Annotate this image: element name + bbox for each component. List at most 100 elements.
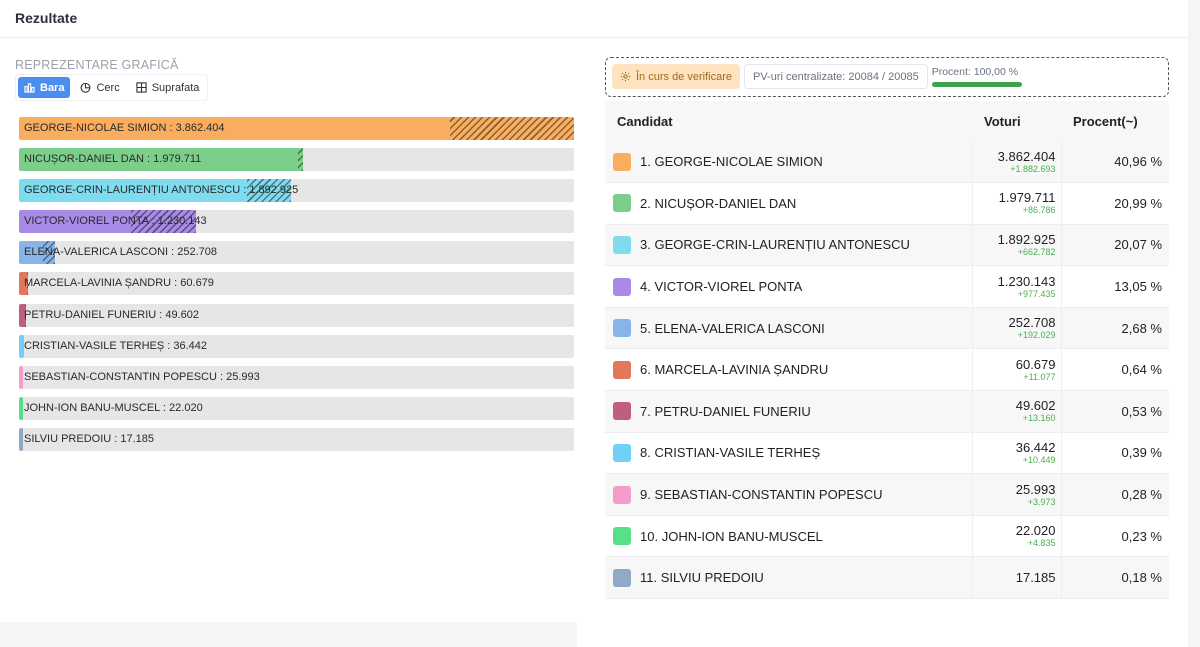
- candidate-label: SEBASTIAN-CONSTANTIN POPESCU: [654, 487, 883, 503]
- bar-label: SEBASTIAN-CONSTANTIN POPESCU : 25.993: [24, 370, 260, 383]
- chart-panel: REPREZENTARE GRAFICĂ Bara Cerc Suprafata: [15, 58, 575, 101]
- bar-row[interactable]: VICTOR-VIOREL PONTA : 1.230.143: [19, 210, 574, 234]
- votes-value: 3.862.404: [997, 148, 1056, 164]
- table-row[interactable]: 3. GEORGE-CRIN-LAURENȚIU ANTONESCU 1.892.…: [605, 224, 1169, 267]
- candidate-cell: 11. SILVIU PREDOIU: [605, 556, 973, 600]
- table-row[interactable]: 5. ELENA-VALERICA LASCONI 252.708 +192.029…: [605, 307, 1169, 350]
- bar-row[interactable]: ELENA-VALERICA LASCONI : 252.708: [19, 241, 574, 265]
- color-swatch: [613, 402, 631, 421]
- bar-label: VICTOR-VIOREL PONTA : 1.230.143: [24, 215, 207, 228]
- bar-row[interactable]: GEORGE-NICOLAE SIMION : 3.862.404: [19, 117, 574, 140]
- votes-cell: 25.993 +3.973: [972, 473, 1062, 516]
- votes-value: 17.185: [1015, 569, 1056, 585]
- candidate-label: GEORGE-CRIN-LAURENȚIU ANTONESCU: [654, 237, 910, 253]
- candidate-label: PETRU-DANIEL FUNERIU: [654, 403, 811, 419]
- table-row[interactable]: 2. NICUȘOR-DANIEL DAN 1.979.711 +86.786 20,…: [605, 182, 1169, 225]
- bar-row[interactable]: PETRU-DANIEL FUNERIU : 49.602: [19, 303, 574, 327]
- candidate-cell-inner: 5. ELENA-VALERICA LASCONI: [613, 319, 972, 338]
- votes-value: 36.442: [1015, 439, 1056, 455]
- bar-row[interactable]: SILVIU PREDOIU : 17.185: [19, 427, 574, 451]
- tab-cerc-label: Cerc: [96, 81, 120, 94]
- candidate-rank: 9.: [640, 487, 651, 503]
- tab-cerc[interactable]: Cerc: [74, 77, 125, 98]
- votes-delta: +86.786: [1022, 205, 1056, 216]
- tab-suprafata-label: Suprafata: [151, 81, 200, 94]
- bar-row[interactable]: JOHN-ION BANU-MUSCEL : 22.020: [19, 396, 574, 420]
- candidate-label: ELENA-VALERICA LASCONI: [654, 320, 825, 336]
- bar-label: MARCELA-LAVINIA ȘANDRU : 60.679: [24, 277, 214, 290]
- color-swatch: [613, 360, 631, 379]
- votes-cell: 49.602 +13.160: [972, 390, 1062, 433]
- votes-delta: +3.973: [1027, 496, 1056, 507]
- table-row[interactable]: 8. CRISTIAN-VASILE TERHEȘ 36.442 +10.449 0,…: [605, 432, 1169, 475]
- candidate-rank: 8.: [640, 445, 651, 461]
- table-row[interactable]: 7. PETRU-DANIEL FUNERIU 49.602 +13.160 0,53…: [605, 390, 1169, 433]
- candidate-name: 3. GEORGE-CRIN-LAURENȚIU ANTONESCU: [640, 237, 910, 252]
- percent-cell: 13,05 %: [1061, 265, 1169, 308]
- votes-value: 1.230.143: [997, 273, 1056, 289]
- results-panel: În curs de verificare PV-uri centralizat…: [605, 57, 1169, 600]
- candidate-rank: 5.: [640, 320, 651, 336]
- candidate-name: 6. MARCELA-LAVINIA ȘANDRU: [640, 362, 828, 377]
- candidate-cell-inner: 11. SILVIU PREDOIU: [613, 568, 972, 587]
- votes-cell: 3.862.404 +1.882.693: [972, 141, 1062, 184]
- candidate-name: 11. SILVIU PREDOIU: [640, 570, 764, 585]
- candidate-cell-inner: 3. GEORGE-CRIN-LAURENȚIU ANTONESCU: [613, 235, 972, 254]
- percent-progress-label: Procent: 100,00 %: [931, 66, 1019, 78]
- bar-label: PETRU-DANIEL FUNERIU : 49.602: [24, 308, 200, 321]
- color-swatch: [613, 485, 631, 504]
- votes-delta: +662.782: [1017, 246, 1056, 257]
- candidate-rank: 10.: [640, 528, 659, 544]
- candidate-rank: 7.: [640, 403, 651, 419]
- bar-row[interactable]: CRISTIAN-VASILE TERHEȘ : 36.442: [19, 334, 574, 358]
- candidate-cell: 9. SEBASTIAN-CONSTANTIN POPESCU: [605, 473, 973, 516]
- chart-section-label: REPREZENTARE GRAFICĂ: [15, 58, 179, 72]
- candidate-cell-inner: 10. JOHN-ION BANU-MUSCEL: [613, 527, 972, 546]
- bar-row[interactable]: MARCELA-LAVINIA ȘANDRU : 60.679: [19, 272, 574, 296]
- bar-row[interactable]: GEORGE-CRIN-LAURENȚIU ANTONESCU : 1.892.…: [19, 179, 574, 203]
- candidate-cell-inner: 2. NICUȘOR-DANIEL DAN: [613, 194, 972, 213]
- candidate-name: 1. GEORGE-NICOLAE SIMION: [640, 154, 823, 169]
- table-row[interactable]: 10. JOHN-ION BANU-MUSCEL 22.020 +4.835 0,23…: [605, 515, 1169, 558]
- table-row[interactable]: 6. MARCELA-LAVINIA ȘANDRU 60.679 +11.077 0,…: [605, 348, 1169, 392]
- votes-value: 49.602: [1015, 398, 1056, 414]
- bar: [19, 427, 23, 451]
- percent-cell: 0,23 %: [1061, 515, 1169, 558]
- table-row[interactable]: 1. GEORGE-NICOLAE SIMION 3.862.404 +1.882.…: [605, 141, 1169, 184]
- percent-cell: 0,53 %: [1061, 390, 1169, 433]
- tab-suprafata[interactable]: Suprafata: [130, 77, 206, 98]
- table-row[interactable]: 4. VICTOR-VIOREL PONTA 1.230.143 +977.435 1…: [605, 265, 1169, 308]
- percent-cell: 0,39 %: [1061, 432, 1169, 475]
- results-table: Candidat Voturi Procent(~) 1. GEORGE-NIC…: [605, 101, 1169, 600]
- color-swatch: [613, 277, 631, 296]
- color-swatch: [613, 235, 631, 254]
- candidate-label: NICUȘOR-DANIEL DAN: [654, 195, 797, 211]
- header-percent[interactable]: Procent(~): [1061, 101, 1169, 141]
- candidate-name: 5. ELENA-VALERICA LASCONI: [640, 321, 825, 336]
- bar-label: JOHN-ION BANU-MUSCEL : 22.020: [24, 401, 203, 414]
- percent-cell: 0,64 %: [1061, 348, 1169, 392]
- candidate-name: 8. CRISTIAN-VASILE TERHEȘ: [640, 445, 820, 460]
- candidate-rank: 3.: [640, 237, 651, 253]
- candidate-cell-inner: 6. MARCELA-LAVINIA ȘANDRU: [613, 360, 972, 379]
- bar-row[interactable]: SEBASTIAN-CONSTANTIN POPESCU : 25.993: [19, 365, 574, 389]
- header-candidate[interactable]: Candidat: [605, 101, 972, 141]
- candidate-name: 2. NICUȘOR-DANIEL DAN: [640, 196, 796, 211]
- results-title: Rezultate: [0, 0, 1188, 38]
- gear-icon: [620, 71, 631, 82]
- candidate-cell: 6. MARCELA-LAVINIA ȘANDRU: [605, 348, 973, 392]
- bar-row[interactable]: NICUȘOR-DANIEL DAN : 1.979.711: [19, 148, 574, 172]
- status-box: În curs de verificare PV-uri centralizat…: [605, 57, 1169, 97]
- bar-label: GEORGE-CRIN-LAURENȚIU ANTONESCU : 1.892.…: [24, 184, 299, 197]
- votes-delta: +13.160: [1022, 413, 1056, 424]
- candidate-cell: 7. PETRU-DANIEL FUNERIU: [605, 390, 973, 433]
- candidate-label: VICTOR-VIOREL PONTA: [654, 279, 803, 295]
- tab-bara[interactable]: Bara: [18, 77, 71, 98]
- bar-label: GEORGE-NICOLAE SIMION : 3.862.404: [24, 122, 225, 134]
- percent-cell: 2,68 %: [1061, 307, 1169, 350]
- candidate-cell: 10. JOHN-ION BANU-MUSCEL: [605, 515, 973, 558]
- header-votes[interactable]: Voturi: [972, 101, 1061, 141]
- table-row[interactable]: 11. SILVIU PREDOIU 17.185 0,18 %: [605, 556, 1169, 600]
- table-row[interactable]: 9. SEBASTIAN-CONSTANTIN POPESCU 25.993 +3.…: [605, 473, 1169, 516]
- color-swatch: [613, 319, 631, 338]
